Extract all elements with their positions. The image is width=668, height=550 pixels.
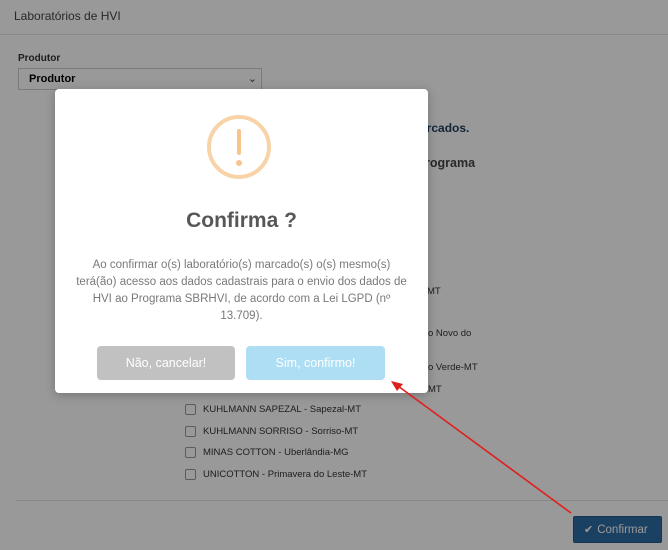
annotation-arrow: [391, 381, 572, 514]
annotation-arrow-line: [397, 385, 572, 514]
annotation-arrow-head: [391, 381, 403, 391]
